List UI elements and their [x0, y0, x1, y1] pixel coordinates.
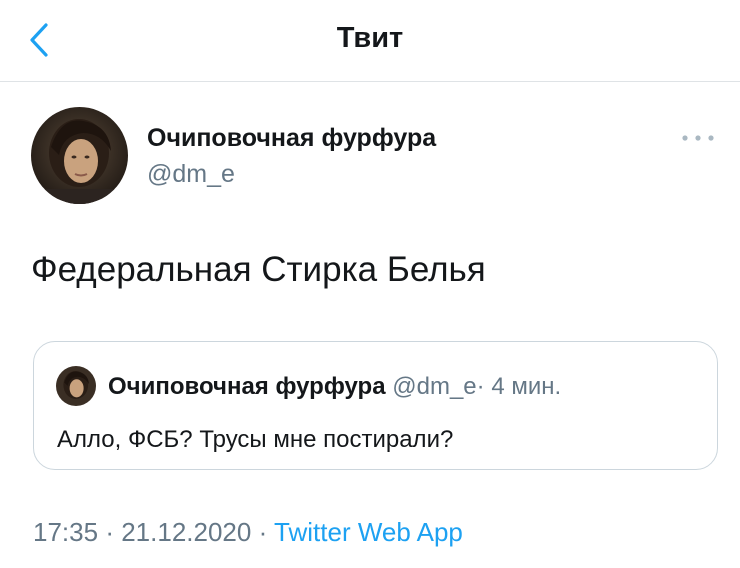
- page-title: Твит: [336, 22, 404, 54]
- avatar-image: [56, 366, 96, 406]
- quoted-tweet-card[interactable]: Очиповочная фурфура @dm_e· 4 мин. Алло, …: [33, 341, 718, 470]
- author-name[interactable]: Очиповочная фурфура: [147, 124, 436, 153]
- quoted-author-handle: @dm_e: [392, 373, 477, 400]
- separator-dot: ·: [476, 373, 485, 400]
- separator-dot: ·: [105, 517, 114, 547]
- tweet-date: 21.12.2020: [121, 517, 252, 547]
- more-options-icon: [682, 135, 714, 141]
- quoted-author-avatar: [56, 366, 96, 406]
- separator-dot: ·: [258, 517, 268, 547]
- author-handle[interactable]: @dm_e: [147, 160, 235, 189]
- author-avatar[interactable]: [31, 107, 128, 204]
- quoted-tweet-text: Алло, ФСБ? Трусы мне постирали?: [57, 426, 454, 453]
- avatar-image: [31, 107, 128, 204]
- quoted-tweet-time: 4 мин.: [491, 373, 562, 400]
- tweet-source-link[interactable]: Twitter Web App: [274, 517, 463, 547]
- tweet-text: Федеральная Стирка Белья: [31, 250, 486, 289]
- top-navigation-bar: Твит: [0, 0, 740, 82]
- tweet-metadata: 17:35 · 21.12.2020 · Twitter Web App: [33, 517, 463, 548]
- more-options-button[interactable]: [680, 128, 716, 148]
- quoted-tweet-header: Очиповочная фурфура @dm_e· 4 мин.: [108, 373, 561, 401]
- tweet-time: 17:35: [33, 517, 99, 547]
- quoted-author-name: Очиповочная фурфура: [108, 373, 386, 400]
